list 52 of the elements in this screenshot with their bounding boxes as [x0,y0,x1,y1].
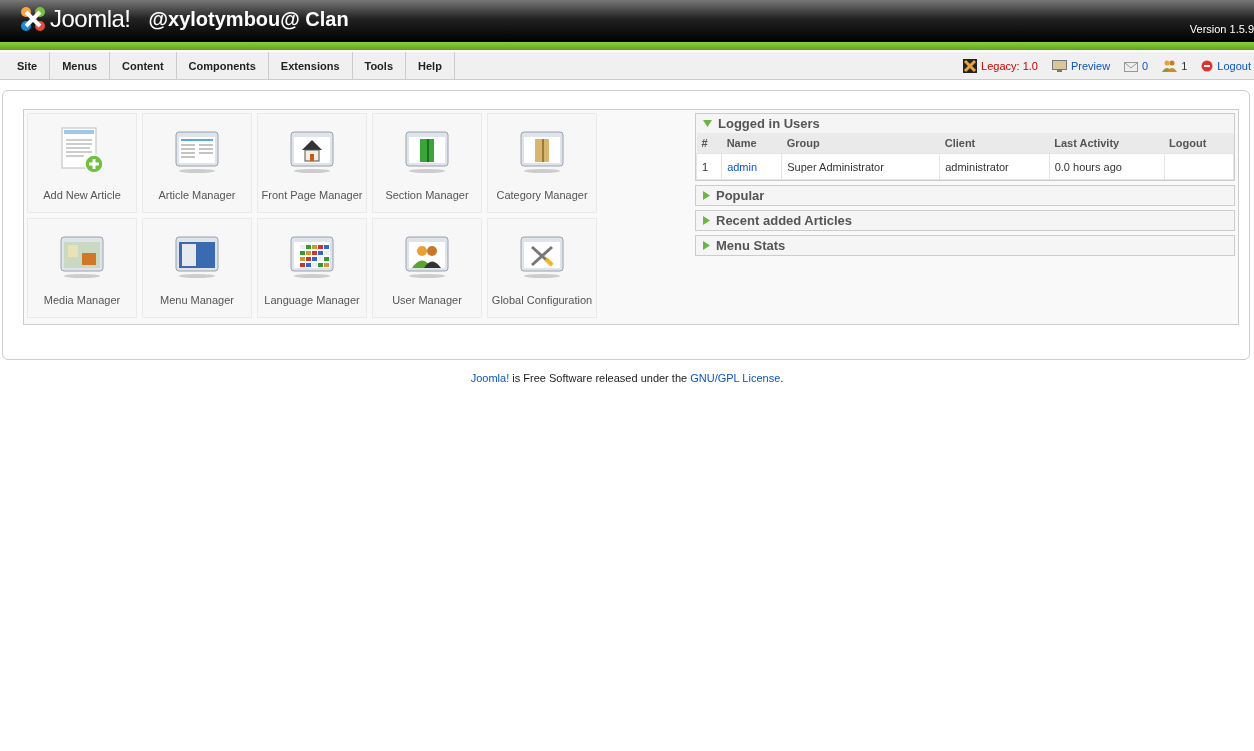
column-header: Last Activity [1049,133,1165,154]
menu-item[interactable]: Tools [352,52,406,79]
version-text: Version 1.5.9 [1189,23,1254,35]
envelope-icon [1124,59,1139,72]
count-text: 1 [1181,59,1188,72]
collapsed-triangle-icon [703,216,710,225]
panel-header[interactable]: Popular [696,186,1234,205]
column-header: Logout [1164,133,1234,154]
table-cell: 0.0 hours ago [1049,153,1165,180]
count-text: 0 [1142,59,1149,72]
quick-icon-button[interactable]: Category Manager [487,113,597,213]
column-header: Name [721,133,782,154]
quick-icon-button[interactable]: Front Page Manager [257,113,367,213]
logo-text: Joomla! [50,5,131,33]
user-link[interactable]: admin [721,153,782,180]
menu-item[interactable]: Menus [50,52,111,79]
column-header: Client [939,133,1050,154]
document-add-icon [60,126,104,174]
column-header: # [696,133,722,154]
column-header: Group [781,133,940,154]
footer-text: Joomla! is Free Software released under the GNU/GPL License. [469,372,785,384]
joomla-link[interactable]: Joomla! [470,372,510,384]
quick-icon-button[interactable]: Article Manager [142,113,252,213]
site-name: @xylotymbou@ Clan [148,8,349,31]
quick-icon-button[interactable]: Language Manager [257,218,367,318]
collapsed-triangle-icon [703,241,710,250]
table-cell: 1 [696,153,722,180]
monitor-icon [1051,59,1067,72]
quick-icon-button[interactable]: Media Manager [27,218,137,318]
menu-item[interactable]: Content [110,52,177,79]
table-cell: administrator [939,153,1050,180]
quick-icon-button[interactable]: Add New Article [27,113,137,213]
panel-header[interactable]: Recent added Articles [696,211,1234,230]
logo-icon [18,4,48,34]
status-link[interactable]: Legacy: 1.0 [981,59,1038,72]
collapsed-triangle-icon [703,191,710,200]
status-link[interactable]: Preview [1070,59,1111,72]
menu-item[interactable]: Extensions [268,52,353,79]
menu-item[interactable]: Components [176,52,269,79]
menu-item[interactable]: Site [5,52,51,79]
users-icon [1162,59,1178,72]
quick-icon-button[interactable]: Menu Manager [142,218,252,318]
quick-icon-button[interactable]: User Manager [372,218,482,318]
expanded-triangle-icon [703,120,712,127]
logout-icon [1201,59,1214,72]
quick-icon-button[interactable]: Global Configuration [487,218,597,318]
status-link[interactable]: Logout [1217,59,1251,72]
quick-icon-button[interactable]: Section Manager [372,113,482,213]
panel-header[interactable]: Logged in Users [696,114,1234,133]
menu-item[interactable]: Help [406,52,455,79]
panel-header[interactable]: Menu Stats [696,236,1234,255]
table-cell: Super Administrator [781,153,940,180]
